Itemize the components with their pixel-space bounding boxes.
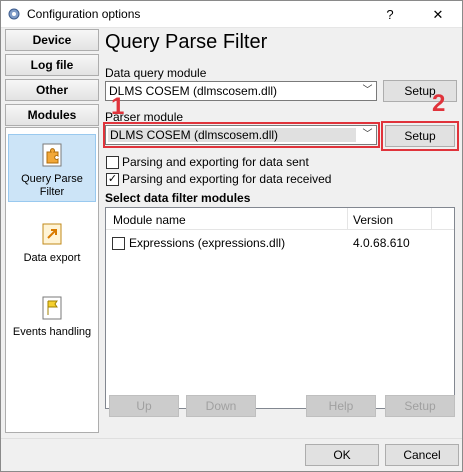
row-checkbox[interactable]: [112, 237, 125, 250]
page-title: Query Parse Filter: [105, 31, 268, 53]
up-button[interactable]: Up: [109, 395, 179, 417]
nav-modules-button[interactable]: Modules: [5, 104, 99, 126]
cancel-button[interactable]: Cancel: [385, 444, 459, 466]
column-divider: [347, 208, 348, 230]
chevron-down-icon: ﹀: [362, 85, 373, 96]
filter-modules-list[interactable]: Module name Version Expressions (express…: [105, 207, 455, 409]
nav-item-data-export[interactable]: Data export: [8, 220, 96, 270]
sent-checkbox[interactable]: [106, 156, 119, 169]
annotation-number-1: 1: [111, 93, 125, 120]
flag-icon: [42, 296, 62, 320]
footer-divider: [1, 438, 462, 439]
close-title-button[interactable]: ✕: [415, 1, 461, 28]
data-query-setup-button[interactable]: Setup: [383, 80, 457, 102]
data-query-value: DLMS COSEM (dlmscosem.dll): [109, 84, 278, 98]
nav-item-query-parse-filter[interactable]: Query Parse Filter: [8, 134, 96, 202]
column-divider: [431, 208, 432, 230]
list-setup-button[interactable]: Setup: [385, 395, 455, 417]
window-title: Configuration options: [27, 7, 141, 21]
received-checkbox[interactable]: ✓: [106, 173, 119, 186]
ok-button[interactable]: OK: [305, 444, 379, 466]
nav-item-label: Events handling: [12, 326, 92, 338]
annotation-box-2: [381, 121, 459, 151]
nav-item-events-handling[interactable]: Events handling: [8, 294, 96, 344]
row-module-name: Expressions (expressions.dll): [129, 236, 286, 250]
list-header: Module name Version: [106, 208, 454, 230]
row-version: 4.0.68.610: [353, 236, 410, 250]
sent-option-label: Parsing and exporting for data sent: [122, 155, 309, 169]
help-title-button[interactable]: ?: [367, 1, 413, 28]
export-icon: [42, 223, 62, 245]
annotation-box-1: [103, 122, 380, 148]
nav-item-label: Query Parse Filter: [21, 173, 83, 198]
nav-device-button[interactable]: Device: [5, 29, 99, 51]
main-content: Query Parse Filter Data query module DLM…: [103, 29, 461, 439]
filters-section-label: Select data filter modules: [105, 191, 251, 205]
app-gear-icon: [8, 8, 20, 20]
nav-other-button[interactable]: Other: [5, 79, 99, 101]
received-option-label: Parsing and exporting for data received: [122, 172, 332, 186]
column-module-name[interactable]: Module name: [113, 213, 186, 227]
config-window: Configuration options ? ✕ Device Log fil…: [0, 0, 463, 472]
nav-log-file-button[interactable]: Log file: [5, 54, 99, 76]
data-query-label: Data query module: [105, 66, 207, 80]
annotation-number-2: 2: [432, 90, 446, 117]
data-query-select[interactable]: DLMS COSEM (dlmscosem.dll) ﹀: [105, 81, 377, 101]
modules-panel: Query Parse Filter Data export Events ha…: [5, 127, 99, 433]
help-button[interactable]: Help: [306, 395, 376, 417]
down-button[interactable]: Down: [186, 395, 256, 417]
title-bar: Configuration options ? ✕: [1, 1, 462, 28]
puzzle-icon: [42, 143, 62, 167]
column-version[interactable]: Version: [353, 213, 393, 227]
nav-item-label: Data export: [23, 252, 81, 264]
